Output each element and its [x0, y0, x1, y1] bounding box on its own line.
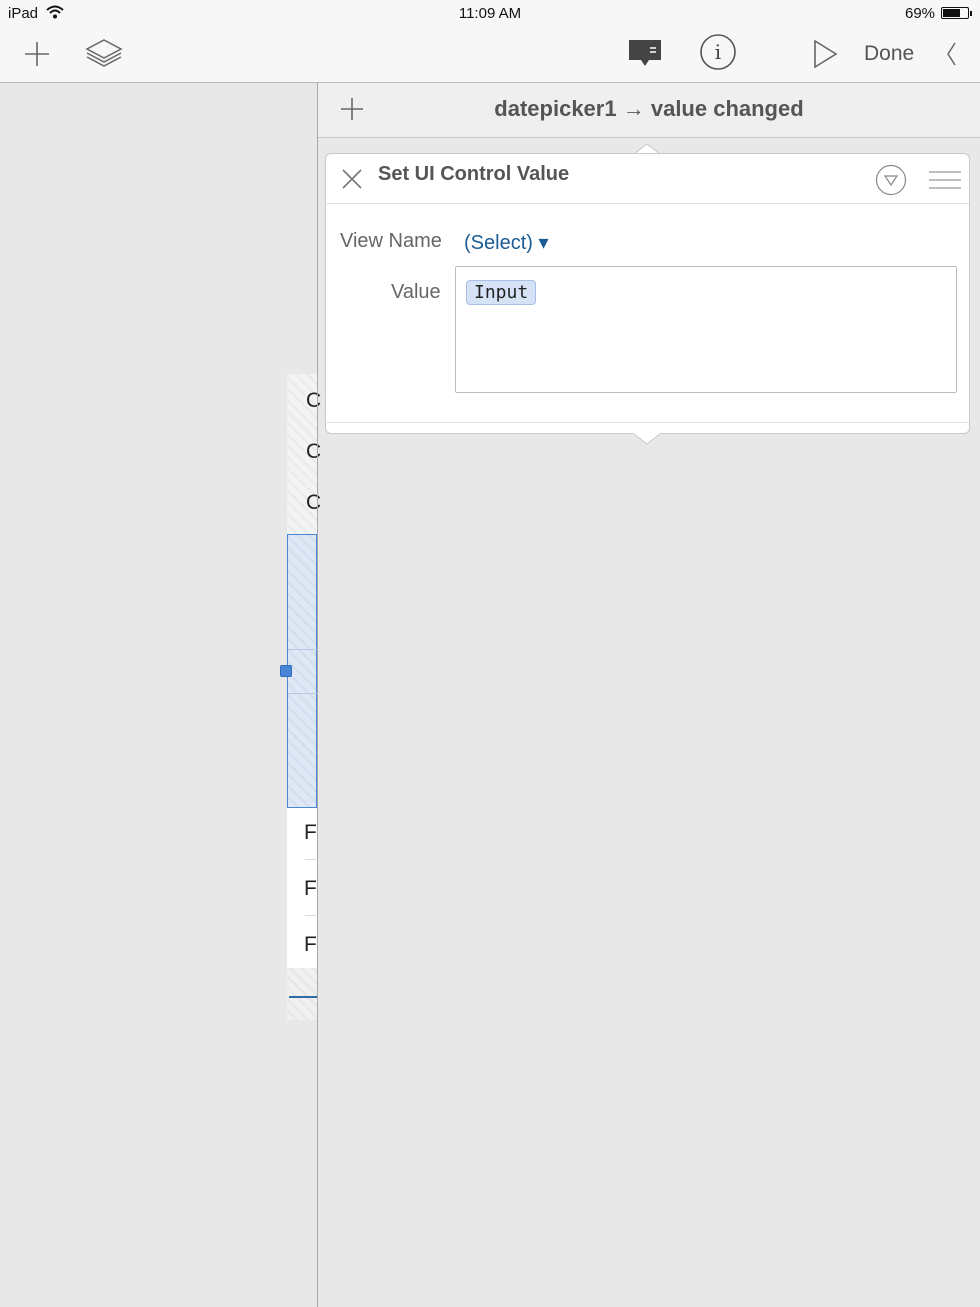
panel-divider — [317, 83, 318, 1307]
value-input[interactable]: Input — [455, 266, 957, 393]
picker-list[interactable]: F F F — [287, 808, 317, 968]
datepicker-preview[interactable]: C C C — [287, 374, 321, 534]
resize-handle[interactable] — [280, 665, 292, 677]
toolbar: i Done — [0, 28, 980, 83]
action-card: Set UI Control Value View Name (Select) … — [325, 153, 970, 434]
list-separator — [305, 859, 317, 860]
layers-icon[interactable] — [85, 38, 123, 68]
card-footer-divider — [326, 422, 969, 423]
list-separator — [305, 915, 317, 916]
view-name-label: View Name — [340, 230, 442, 252]
row-letter: C — [306, 440, 322, 463]
action-card-header: Set UI Control Value — [326, 154, 969, 204]
chevron-left-icon[interactable] — [944, 41, 958, 67]
event-name: value changed — [650, 96, 804, 121]
card-bottom-notch — [634, 433, 660, 445]
arrow-icon: → — [622, 96, 645, 121]
value-label: Value — [391, 281, 441, 303]
svg-text:i: i — [715, 40, 721, 64]
action-title: Set UI Control Value — [378, 163, 570, 185]
event-source: datepicker1 — [494, 96, 617, 121]
list-letter: F — [304, 821, 317, 844]
status-time: 11:09 AM — [458, 5, 522, 22]
status-bar: iPad 11:09 AM 69% — [0, 0, 980, 28]
list-letter: F — [304, 933, 317, 956]
row-letter: C — [306, 491, 322, 514]
comment-icon[interactable] — [628, 39, 662, 69]
close-icon[interactable] — [341, 168, 363, 190]
info-icon[interactable]: i — [699, 33, 737, 71]
selection-divider — [288, 649, 318, 650]
battery-level — [943, 9, 960, 17]
underline-indicator — [289, 996, 317, 998]
play-icon[interactable] — [812, 39, 838, 69]
triangle-down-icon[interactable] — [875, 164, 907, 196]
design-canvas[interactable] — [0, 83, 317, 1307]
done-button[interactable]: Done — [864, 42, 914, 66]
battery-percent: 69% — [905, 5, 936, 22]
battery-nub — [970, 11, 972, 16]
view-name-select[interactable]: (Select) ▾ — [464, 230, 549, 255]
event-title: datepicker1 → value changed — [318, 96, 980, 122]
row-letter: C — [306, 389, 322, 412]
picker-footer — [287, 968, 317, 1020]
hamburger-icon[interactable] — [928, 169, 962, 191]
battery-icon — [941, 7, 969, 19]
plus-icon[interactable] — [24, 41, 50, 67]
selection-divider — [288, 693, 318, 694]
event-panel-header: datepicker1 → value changed — [318, 83, 980, 138]
input-token[interactable]: Input — [466, 280, 537, 305]
list-letter: F — [304, 877, 317, 900]
